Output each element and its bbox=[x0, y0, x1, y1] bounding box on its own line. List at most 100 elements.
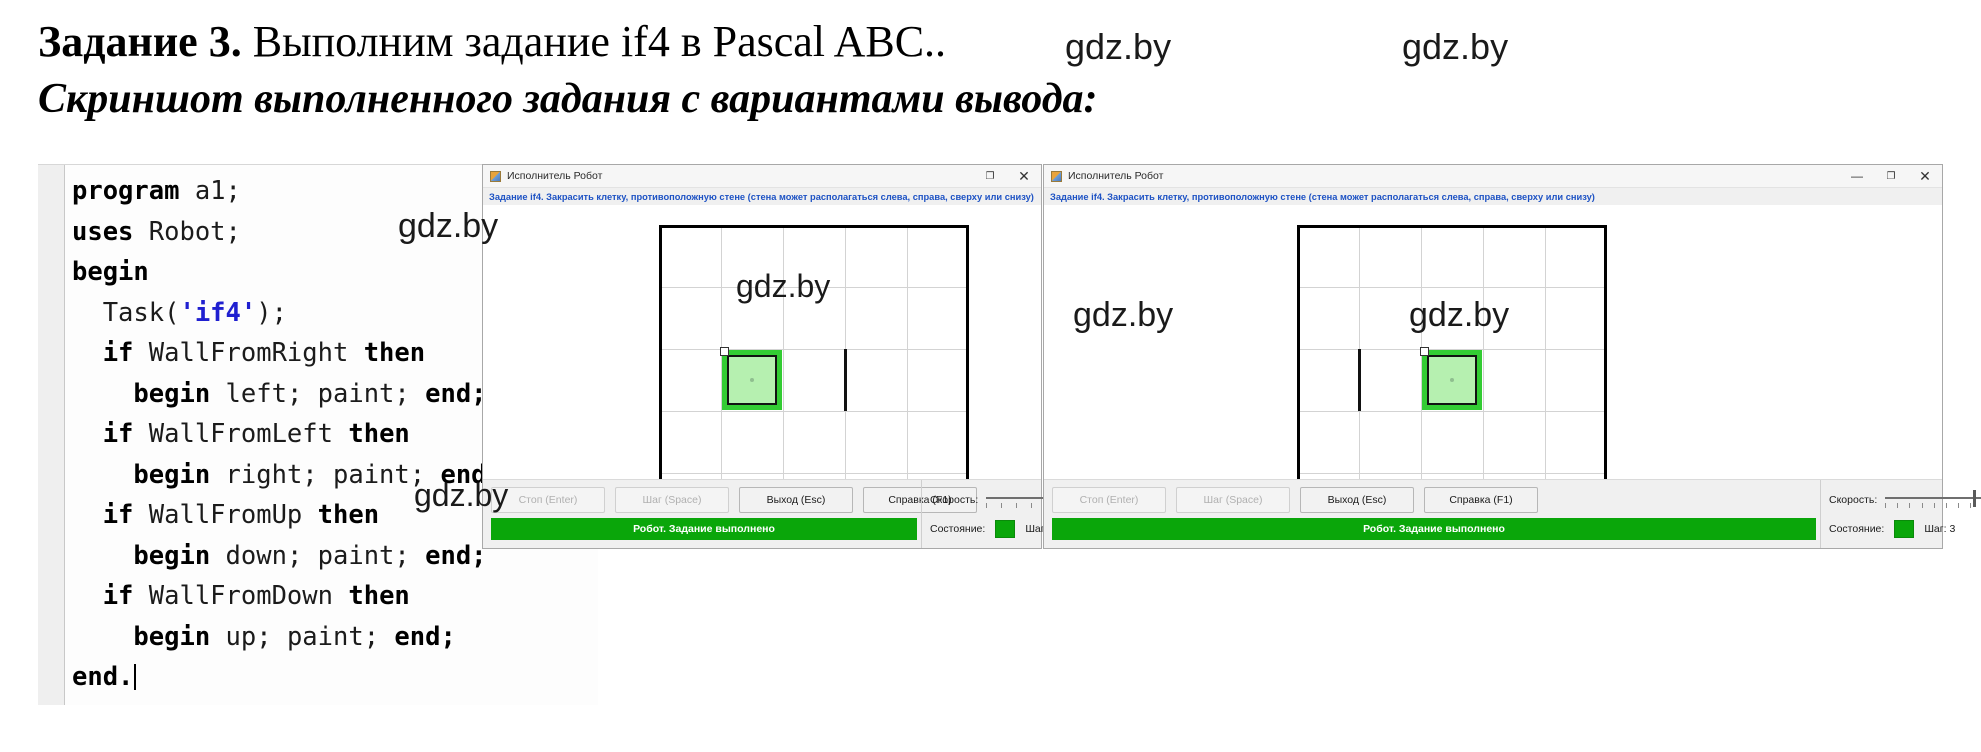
window-2-right-pane: Скорость: Состояние: Шаг: 3 bbox=[1820, 480, 1981, 548]
code-line: begin up; paint; end; bbox=[72, 617, 598, 658]
grid-line bbox=[1297, 411, 1607, 412]
code-token: down; paint; bbox=[225, 540, 426, 571]
slider-track-2 bbox=[1885, 497, 1981, 499]
code-token: a1; bbox=[194, 176, 241, 206]
window-2-state-row: Состояние: Шаг: 3 bbox=[1829, 520, 1955, 538]
button-2: Шаг (Space) bbox=[615, 487, 729, 513]
window-1-right-pane: Скорость: Состояние: Шаг: 3 bbox=[921, 480, 1121, 548]
code-line: if WallFromDown then bbox=[72, 576, 598, 617]
button-3[interactable]: Выход (Esc) bbox=[739, 487, 853, 513]
button-3[interactable]: Выход (Esc) bbox=[1300, 487, 1414, 513]
grid-line bbox=[1483, 225, 1484, 480]
code-token: up; paint; bbox=[225, 621, 395, 652]
grid-line bbox=[907, 225, 908, 480]
grid-border bbox=[659, 225, 969, 228]
maximize-icon[interactable]: ❐ bbox=[1874, 165, 1908, 187]
grid-border bbox=[1297, 225, 1300, 480]
button-1: Стоп (Enter) bbox=[1052, 487, 1166, 513]
subtitle: Скриншот выполненного задания с варианта… bbox=[38, 76, 1098, 122]
grid-line bbox=[1297, 287, 1607, 288]
grid-border bbox=[966, 225, 969, 480]
robot-center-dot bbox=[1450, 378, 1454, 382]
speed-label-1: Скорость: bbox=[930, 494, 979, 506]
grid-line bbox=[783, 225, 784, 480]
code-token: WallFromDown bbox=[148, 581, 349, 611]
window-1-task-label: Задание if4. Закрасить клетку, противопо… bbox=[483, 188, 1041, 206]
app-icon bbox=[1051, 170, 1062, 182]
step-counter-2: Шаг: 3 bbox=[1924, 523, 1956, 535]
close-icon[interactable]: ✕ bbox=[1007, 165, 1041, 187]
code-token: Robot; bbox=[148, 216, 241, 247]
code-token: end; bbox=[394, 621, 456, 652]
code-token: WallFromRight bbox=[148, 338, 364, 368]
window-2-title: Исполнитель Робот bbox=[1068, 170, 1164, 182]
close-icon[interactable]: ✕ bbox=[1908, 165, 1942, 187]
window-1-buttons: Стоп (Enter) Шаг (Space) Выход (Esc) Справк… bbox=[491, 487, 977, 513]
app-icon bbox=[490, 170, 501, 182]
page-header: Задание 3. Выполним задание if4 в Pascal… bbox=[0, 0, 1981, 160]
button-2: Шаг (Space) bbox=[1176, 487, 1290, 513]
window-2-task-text: Задание if4. Закрасить клетку, противопо… bbox=[1050, 191, 1595, 202]
window-1-controls: ❐ ✕ bbox=[973, 165, 1041, 187]
speed-label-2: Скорость: bbox=[1829, 494, 1878, 506]
code-token: begin bbox=[72, 459, 226, 490]
robot-corner-flag-icon bbox=[720, 347, 729, 356]
state-label-2: Состояние: bbox=[1829, 523, 1885, 535]
robot-window-2[interactable]: Исполнитель Робот — ❐ ✕ Задание if4. Зак… bbox=[1043, 164, 1981, 549]
robot-marker bbox=[727, 355, 777, 405]
code-token: ); bbox=[256, 297, 287, 328]
code-token: if bbox=[72, 581, 149, 611]
robot-corner-flag-icon bbox=[1420, 347, 1429, 356]
grid-line bbox=[659, 473, 969, 474]
window-1-titlebar[interactable]: Исполнитель Робот ❐ ✕ bbox=[483, 165, 1041, 188]
maximize-icon[interactable]: ❐ bbox=[973, 165, 1007, 187]
code-token: then bbox=[317, 500, 380, 530]
code-token: left; paint; bbox=[225, 378, 426, 409]
window-2-status-bar: Робот. Задание выполнено bbox=[1052, 518, 1816, 540]
grid-line bbox=[659, 411, 969, 412]
grid-line bbox=[1545, 225, 1546, 480]
robot-grid-2 bbox=[1297, 225, 1607, 480]
code-token: begin bbox=[72, 621, 226, 652]
window-1-title: Исполнитель Робот bbox=[507, 170, 603, 182]
window-2-status-text: Робот. Задание выполнено bbox=[1363, 523, 1505, 535]
code-token: uses bbox=[72, 216, 149, 247]
state-label-1: Состояние: bbox=[930, 523, 986, 535]
window-2-field[interactable] bbox=[1044, 205, 1942, 480]
speed-slider-2[interactable] bbox=[1885, 489, 1981, 511]
minimize-icon[interactable]: — bbox=[1840, 165, 1874, 187]
code-token: begin bbox=[72, 257, 149, 287]
window-1-task-text: Задание if4. Закрасить клетку, противопо… bbox=[489, 191, 1034, 202]
button-1: Стоп (Enter) bbox=[491, 487, 605, 513]
wall-segment bbox=[844, 349, 847, 411]
wall-segment bbox=[1358, 349, 1361, 411]
code-token: if bbox=[72, 500, 149, 530]
window-1-controlbar: Стоп (Enter) Шаг (Space) Выход (Esc) Справк… bbox=[483, 479, 1121, 548]
code-token: right; paint; bbox=[225, 459, 441, 490]
grid-line bbox=[1297, 473, 1607, 474]
code-line: end. bbox=[72, 657, 598, 698]
task-heading-bold: Задание 3. bbox=[38, 17, 242, 66]
text-caret bbox=[134, 664, 137, 690]
code-token: then bbox=[363, 338, 426, 368]
code-token: WallFromUp bbox=[148, 500, 318, 530]
grid-line bbox=[659, 287, 969, 288]
window-2-titlebar[interactable]: Исполнитель Робот — ❐ ✕ bbox=[1044, 165, 1942, 188]
window-1-field[interactable] bbox=[483, 205, 1041, 480]
robot-painted-cell bbox=[720, 347, 782, 410]
window-1-status-text: Робот. Задание выполнено bbox=[633, 523, 775, 535]
robot-window-1[interactable]: Исполнитель Робот ❐ ✕ Задание if4. Закра… bbox=[482, 164, 1121, 549]
button-4[interactable]: Справка (F1) bbox=[1424, 487, 1538, 513]
slider-ticks-2 bbox=[1885, 503, 1981, 510]
window-1-state-row: Состояние: Шаг: 3 bbox=[930, 520, 1056, 538]
state-indicator-2 bbox=[1894, 520, 1915, 538]
window-2-controls: — ❐ ✕ bbox=[1840, 165, 1942, 187]
code-token: begin bbox=[72, 378, 226, 409]
grid-border bbox=[1604, 225, 1607, 480]
screenshot-strip: program a1; uses Robot; begin Task('if4');… bbox=[38, 164, 1981, 724]
state-indicator-1 bbox=[995, 520, 1016, 538]
code-token: end; bbox=[425, 540, 487, 571]
window-2-controlbar: Стоп (Enter) Шаг (Space) Выход (Esc) Справк… bbox=[1044, 479, 1981, 548]
robot-marker bbox=[1427, 355, 1477, 405]
code-token: end. bbox=[72, 662, 134, 692]
